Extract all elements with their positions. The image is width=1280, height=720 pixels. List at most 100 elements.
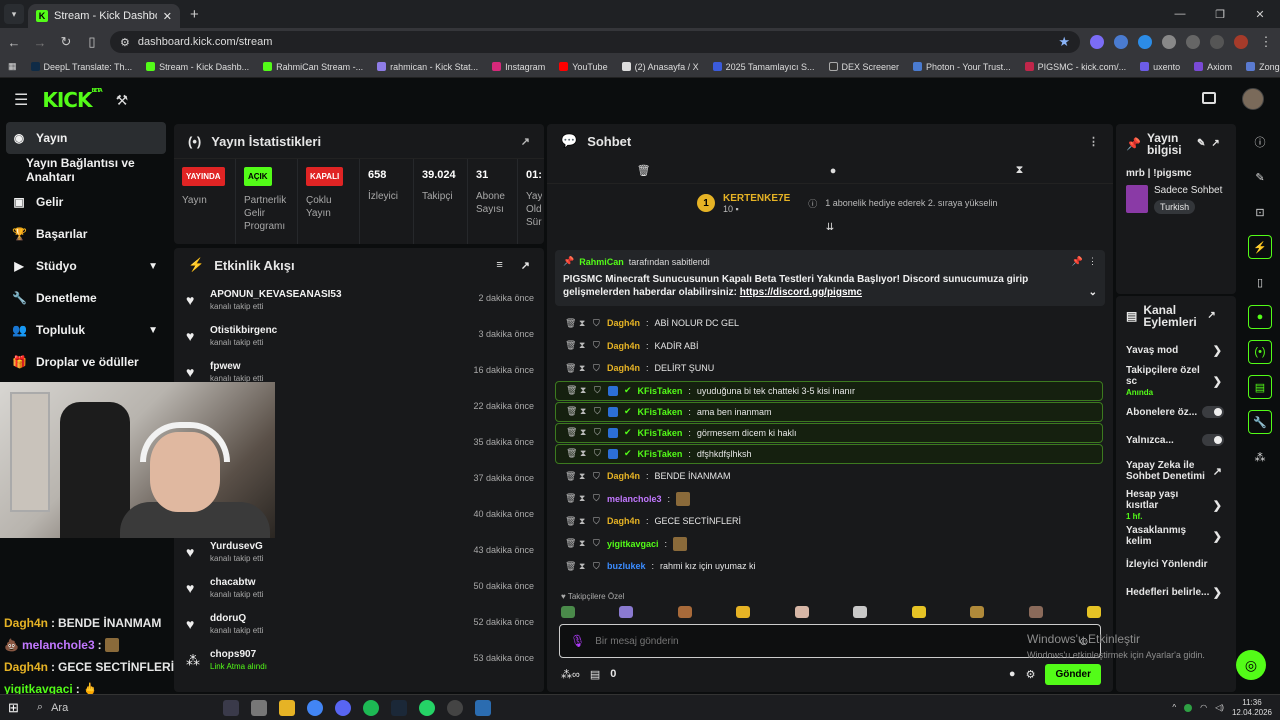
trash-icon[interactable]: 🗑 xyxy=(566,427,577,438)
trash-icon[interactable]: 🗑 xyxy=(565,561,576,572)
extension-icon[interactable] xyxy=(1090,35,1104,49)
close-window-icon[interactable]: ✕ xyxy=(1240,0,1280,28)
kick-logo[interactable]: KICKBETA xyxy=(42,88,102,112)
bookmark-item[interactable]: YouTube xyxy=(559,62,608,72)
chat-username[interactable]: Dagh4n xyxy=(607,318,640,328)
shield-icon[interactable]: ⛉ xyxy=(593,363,601,374)
timeout-icon[interactable]: ⧗ xyxy=(580,427,588,438)
bookmark-item[interactable]: 2025 Tamamlayıcı S... xyxy=(712,62,815,72)
bookmark-item[interactable]: Photon - Your Trust... xyxy=(913,62,1011,72)
trash-icon[interactable]: 🗑 xyxy=(566,448,577,459)
shield-icon[interactable]: ⛉ xyxy=(593,516,601,527)
steam-icon[interactable] xyxy=(390,699,407,716)
tray-expand-icon[interactable]: ^ xyxy=(1172,703,1176,712)
timeout-icon[interactable]: ⧗ xyxy=(580,385,588,396)
user-avatar[interactable] xyxy=(1242,88,1264,110)
maximize-icon[interactable]: ❐ xyxy=(1200,0,1240,28)
emote-icon[interactable] xyxy=(561,606,575,618)
feed-user[interactable]: chacabtw xyxy=(210,577,263,588)
more-icon[interactable]: ⋮ xyxy=(1088,256,1097,267)
bookmark-item[interactable]: Stream - Kick Dashb... xyxy=(146,62,249,72)
shield-icon[interactable]: ⛉ xyxy=(593,538,601,549)
feed-user[interactable]: YurdusevG xyxy=(210,541,263,552)
trash-icon[interactable]: 🗑 xyxy=(565,471,576,482)
sidepanel-icon[interactable]: ▯ xyxy=(84,34,100,50)
timeout-icon[interactable]: ⧗ xyxy=(579,471,587,482)
channel-action-item[interactable]: Takipçilere özel sc Anında ❯ xyxy=(1116,364,1236,398)
sidebar-item-gelir[interactable]: ▣ Gelir xyxy=(0,186,172,218)
timeout-icon[interactable]: ⧗ xyxy=(579,318,587,329)
shield-icon[interactable]: ⛉ xyxy=(593,340,601,351)
taskview-icon[interactable] xyxy=(222,699,239,716)
extension-icon[interactable] xyxy=(1162,35,1176,49)
sidebar-item-studyo[interactable]: ▶ Stüdyo ▼ xyxy=(0,250,172,282)
clock[interactable]: 11:36 12.04.2026 xyxy=(1232,698,1272,718)
document-icon[interactable]: ▯ xyxy=(1248,270,1272,294)
whatsapp-icon[interactable] xyxy=(418,699,435,716)
timeout-icon[interactable]: ⧗ xyxy=(579,561,587,572)
app-icon[interactable] xyxy=(474,699,491,716)
popout-icon[interactable]: ↗ xyxy=(521,259,530,272)
bookmark-item[interactable]: PIGSMC - kick.com/... xyxy=(1024,62,1126,72)
microphone-icon[interactable]: 🎙 xyxy=(570,634,585,648)
toggle-switch[interactable] xyxy=(1202,406,1224,418)
file-explorer-icon[interactable] xyxy=(278,699,295,716)
address-bar[interactable]: ⚙ dashboard.kick.com/stream ★ xyxy=(110,31,1080,53)
trash-icon[interactable]: 🗑 xyxy=(565,340,576,351)
apps-grid-icon[interactable]: ▦ xyxy=(8,61,17,72)
trash-icon[interactable]: 🗑 xyxy=(565,363,576,374)
edit-icon[interactable]: ✎ xyxy=(1248,165,1272,189)
chat-username[interactable]: Dagh4n xyxy=(607,516,640,526)
new-tab-icon[interactable]: + xyxy=(190,6,199,23)
reload-icon[interactable]: ↻ xyxy=(58,34,74,50)
channel-action-item[interactable]: Abonelere öz... xyxy=(1116,398,1236,426)
emote-icon[interactable] xyxy=(1028,606,1043,618)
hourglass-icon[interactable]: ⧗ xyxy=(1016,164,1024,177)
sidebar-item-stream-key[interactable]: Yayın Bağlantısı ve Anahtarı xyxy=(0,154,172,186)
emote-icon[interactable] xyxy=(970,606,985,618)
obs-icon[interactable] xyxy=(446,699,463,716)
chat-menu-icon[interactable]: ⋮ xyxy=(1088,135,1099,148)
shield-icon[interactable]: ⛉ xyxy=(593,561,601,572)
sidebar-item-basarilar[interactable]: 🏆 Başarılar xyxy=(0,218,172,250)
edit-icon[interactable]: ✎ xyxy=(1197,138,1205,150)
timeout-icon[interactable]: ⧗ xyxy=(579,538,587,549)
support-chat-button[interactable]: ◎ xyxy=(1236,650,1266,680)
bookmark-item[interactable]: RahmiCan Stream -... xyxy=(263,62,363,72)
channel-action-item[interactable]: Hesap yaşı kısıtlar 1 hf. ❯ xyxy=(1116,488,1236,522)
emote-icon[interactable] xyxy=(619,606,634,618)
bookmark-item[interactable]: Axiom xyxy=(1194,62,1232,72)
popout-icon[interactable]: ↗ xyxy=(521,135,530,148)
trash-icon[interactable]: 🗑 xyxy=(566,385,577,396)
feed-user[interactable]: fpwew xyxy=(210,361,263,372)
channel-icon[interactable]: ▤ xyxy=(1248,375,1272,399)
crop-icon[interactable]: ⊡ xyxy=(1248,200,1272,224)
profile-avatar-icon[interactable] xyxy=(1234,35,1248,49)
chat-username[interactable]: Dagh4n xyxy=(607,363,640,373)
emote-icon[interactable] xyxy=(677,606,692,618)
shield-icon[interactable]: ⛉ xyxy=(594,448,602,459)
feed-user[interactable]: ddoruQ xyxy=(210,613,263,624)
bolt-icon[interactable]: ⚡ xyxy=(1248,235,1272,259)
filter-icon[interactable]: ≡ xyxy=(496,259,502,271)
wifi-icon[interactable]: ◠ xyxy=(1200,703,1207,712)
store-icon[interactable]: ▤ xyxy=(590,668,600,681)
bookmark-star-icon[interactable]: ★ xyxy=(1058,34,1070,50)
chat-username[interactable]: KFisTaken xyxy=(638,449,683,459)
close-tab-icon[interactable]: ✕ xyxy=(163,10,172,23)
channel-action-item[interactable]: Yasaklanmış kelim ❯ xyxy=(1116,522,1236,550)
chevron-down-icon[interactable]: ⌄ xyxy=(1089,286,1097,299)
chat-username[interactable]: yigitkavgaci xyxy=(607,539,659,549)
extensions-puzzle-icon[interactable] xyxy=(1186,35,1200,49)
emote-icon[interactable] xyxy=(1086,606,1101,618)
trash-icon[interactable]: 🗑 xyxy=(566,406,577,417)
spotify-icon[interactable] xyxy=(362,699,379,716)
chat-username[interactable]: melanchole3 xyxy=(607,494,662,504)
tab-search-icon[interactable]: ▾ xyxy=(4,4,24,24)
channel-action-item[interactable]: Yapay Zeka ile Sohbet Denetimi ↗ xyxy=(1116,454,1236,488)
bookmark-item[interactable]: rahmican - Kick Stat... xyxy=(377,62,478,72)
chat-icon[interactable]: ● xyxy=(830,165,837,177)
tab-groups-icon[interactable] xyxy=(1210,35,1224,49)
camera-icon[interactable] xyxy=(1202,92,1216,104)
popout-icon[interactable]: ↗ xyxy=(1207,310,1215,322)
